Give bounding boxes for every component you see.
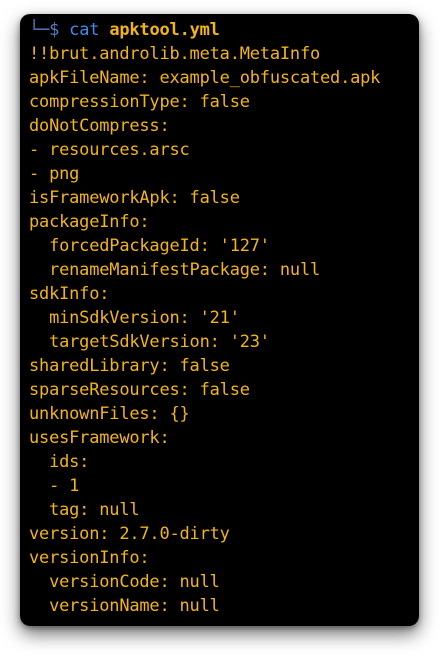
output-line: minSdkVersion: '21'	[29, 308, 240, 328]
output-line: usesFramework:	[29, 428, 170, 448]
output-line: compressionType: false	[29, 92, 250, 112]
output-line: !!brut.androlib.meta.MetaInfo	[29, 44, 321, 64]
output-line: unknownFiles: {}	[29, 404, 190, 424]
output-line: targetSdkVersion: '23'	[29, 332, 270, 352]
terminal-window[interactable]: └─$ cat apktool.yml !!brut.androlib.meta…	[20, 14, 419, 626]
output-line: apkFileName: example_obfuscated.apk	[29, 68, 381, 88]
output-line: renameManifestPackage: null	[29, 260, 321, 280]
prompt-corner-glyph: └─	[29, 20, 50, 40]
prompt-line: └─$ cat apktool.yml	[29, 18, 220, 42]
output-line: sdkInfo:	[29, 284, 110, 304]
command-argument: apktool.yml	[109, 20, 220, 40]
output-line: - 1	[29, 476, 80, 496]
output-line: sparseResources: false	[29, 380, 250, 400]
output-line: ids:	[29, 452, 90, 472]
output-line: doNotCompress:	[29, 116, 170, 136]
output-line: packageInfo:	[29, 212, 150, 232]
output-line: tag: null	[29, 500, 140, 520]
output-line: isFrameworkApk: false	[29, 188, 240, 208]
output-line: forcedPackageId: '127'	[29, 236, 270, 256]
output-line: versionName: null	[29, 596, 220, 616]
prompt-dollar-sign: $	[49, 20, 60, 40]
output-line: versionInfo:	[29, 548, 150, 568]
output-line: versionCode: null	[29, 572, 220, 592]
output-line: sharedLibrary: false	[29, 356, 230, 376]
output-line: - resources.arsc	[29, 140, 190, 160]
command-name: cat	[69, 20, 100, 40]
output-line: version: 2.7.0-dirty	[29, 524, 230, 544]
output-line: - png	[29, 164, 80, 184]
